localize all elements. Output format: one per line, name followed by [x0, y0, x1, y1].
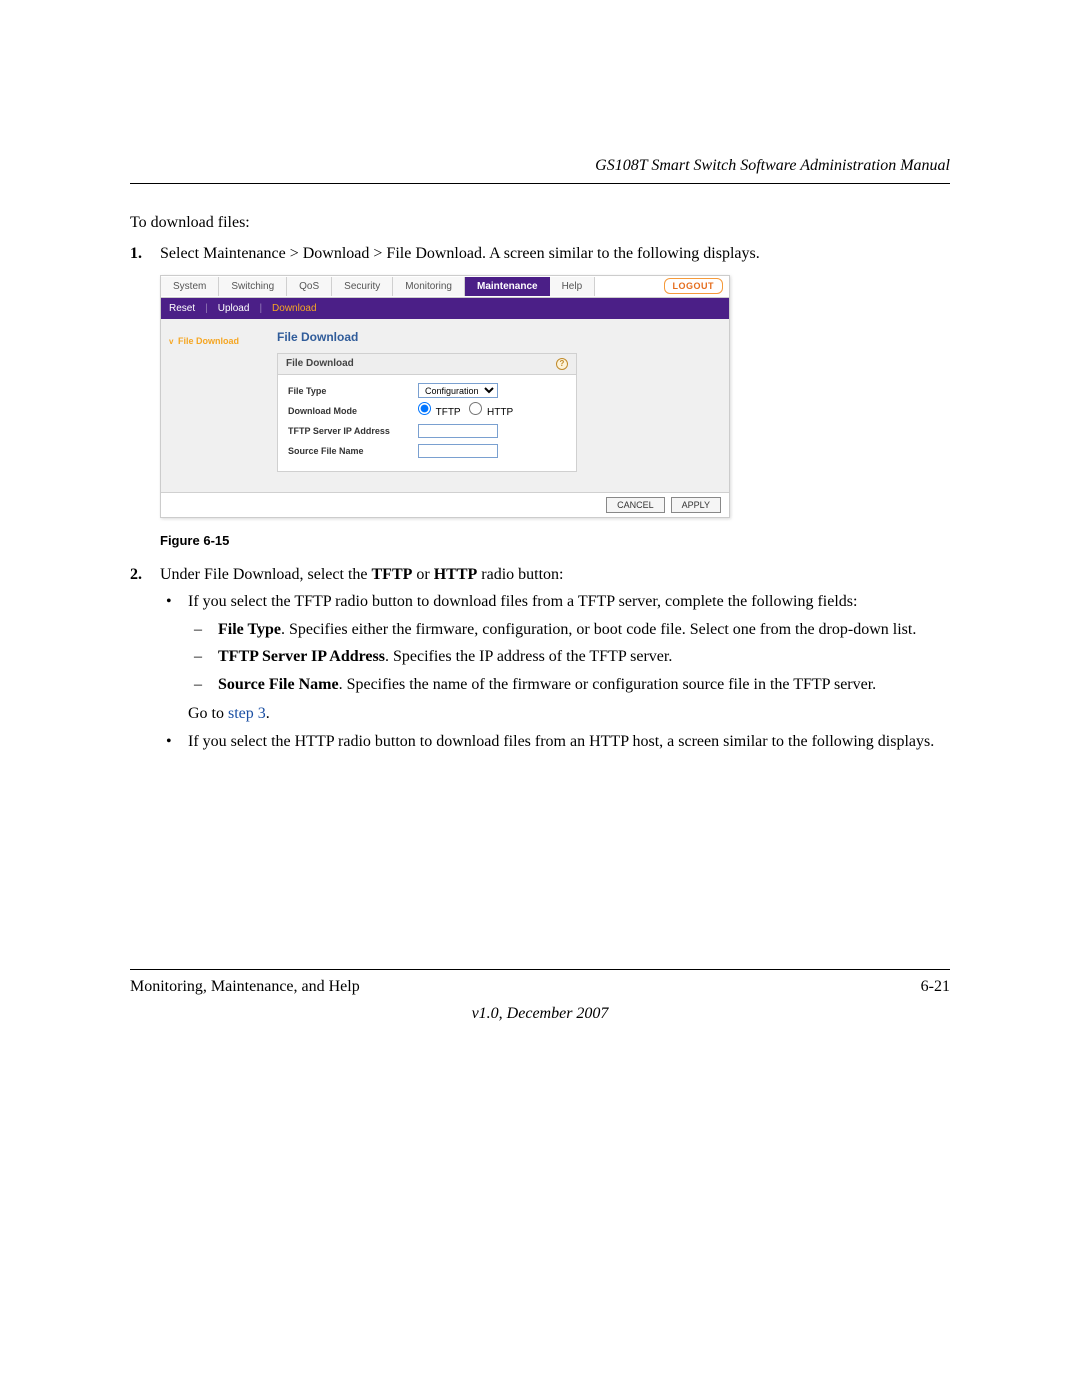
main-tabbar: System Switching QoS Security Monitoring… [161, 276, 729, 298]
tftp-radio-label: TFTP [436, 407, 461, 418]
panel-box: File Download ? File Type Configuration [277, 353, 577, 472]
row-src: Source File Name [288, 441, 566, 461]
side-nav: v File Download [169, 329, 267, 472]
page-header: GS108T Smart Switch Software Administrat… [130, 155, 950, 177]
download-mode-controls: TFTP HTTP [418, 402, 566, 420]
tftp-radio[interactable] [418, 402, 431, 415]
tab-maintenance[interactable]: Maintenance [465, 277, 550, 297]
tftp-ip-input[interactable] [418, 424, 498, 438]
page-footer: Monitoring, Maintenance, and Help 6-21 v… [130, 969, 950, 1025]
step-2: 2. Under File Download, select the TFTP … [130, 564, 950, 759]
tab-monitoring[interactable]: Monitoring [393, 277, 465, 297]
panel-box-title: File Download [286, 357, 354, 371]
cancel-button[interactable]: CANCEL [606, 497, 665, 513]
file-type-label: File Type [288, 385, 418, 397]
source-file-input[interactable] [418, 444, 498, 458]
logout-button[interactable]: LOGOUT [664, 278, 724, 294]
tab-security[interactable]: Security [332, 277, 393, 297]
row-download-mode: Download Mode TFTP HTTP [288, 401, 566, 421]
step-1-text: Select Maintenance > Download > File Dow… [160, 243, 950, 265]
step-1-number: 1. [130, 243, 160, 265]
tftp-ip-label: TFTP Server IP Address [288, 425, 418, 437]
sidenav-file-download[interactable]: v File Download [169, 335, 267, 348]
row-ip: TFTP Server IP Address [288, 421, 566, 441]
row-file-type: File Type Configuration [288, 381, 566, 401]
dash-tftp-ip: TFTP Server IP Address. Specifies the IP… [188, 646, 916, 668]
content-area: v File Download File Download File Downl… [161, 319, 729, 492]
sidenav-label: File Download [178, 336, 239, 346]
intro-text: To download files: [130, 212, 950, 234]
header-rule [130, 183, 950, 184]
goto-step3: Go to step 3. [188, 703, 916, 725]
panel-body: File Type Configuration Download Mode [278, 375, 576, 471]
switch-ui: System Switching QoS Security Monitoring… [160, 275, 730, 518]
download-mode-label: Download Mode [288, 405, 418, 417]
main-panel: File Download File Download ? File Type … [277, 329, 721, 472]
subnav-reset[interactable]: Reset [169, 302, 195, 316]
bullet-http: If you select the HTTP radio button to d… [160, 731, 950, 753]
tab-system[interactable]: System [161, 277, 219, 297]
help-icon[interactable]: ? [556, 358, 568, 370]
bullet-tftp: If you select the TFTP radio button to d… [160, 591, 950, 725]
step-2-number: 2. [130, 564, 160, 759]
sub-nav: Reset | Upload | Download [161, 298, 729, 320]
chevron-down-icon: v [169, 337, 173, 346]
dash-source-file: Source File Name. Specifies the name of … [188, 674, 916, 696]
subnav-sep: | [205, 302, 208, 316]
footer-bar: CANCEL APPLY [161, 492, 729, 517]
source-file-label: Source File Name [288, 445, 418, 457]
http-radio[interactable] [469, 402, 482, 415]
tab-switching[interactable]: Switching [219, 277, 287, 297]
footer-version: v1.0, December 2007 [130, 1003, 950, 1025]
footer-section: Monitoring, Maintenance, and Help [130, 976, 360, 998]
footer-page: 6-21 [921, 976, 950, 998]
subnav-upload[interactable]: Upload [218, 302, 250, 316]
apply-button[interactable]: APPLY [671, 497, 721, 513]
panel-box-header: File Download ? [278, 354, 576, 375]
step-1: 1. Select Maintenance > Download > File … [130, 243, 950, 265]
file-type-select[interactable]: Configuration [418, 383, 498, 398]
step-3-link[interactable]: step 3 [228, 705, 266, 722]
http-radio-label: HTTP [487, 407, 513, 418]
figure-caption: Figure 6-15 [160, 532, 950, 550]
dash-file-type: File Type. Specifies either the firmware… [188, 619, 916, 641]
tab-help[interactable]: Help [550, 277, 596, 297]
step-2-text: Under File Download, select the TFTP or … [160, 564, 950, 586]
panel-title: File Download [277, 329, 721, 345]
tab-qos[interactable]: QoS [287, 277, 332, 297]
subnav-sep: | [259, 302, 262, 316]
footer-rule [130, 969, 950, 970]
subnav-download[interactable]: Download [272, 302, 316, 316]
figure-screenshot: System Switching QoS Security Monitoring… [160, 275, 950, 518]
